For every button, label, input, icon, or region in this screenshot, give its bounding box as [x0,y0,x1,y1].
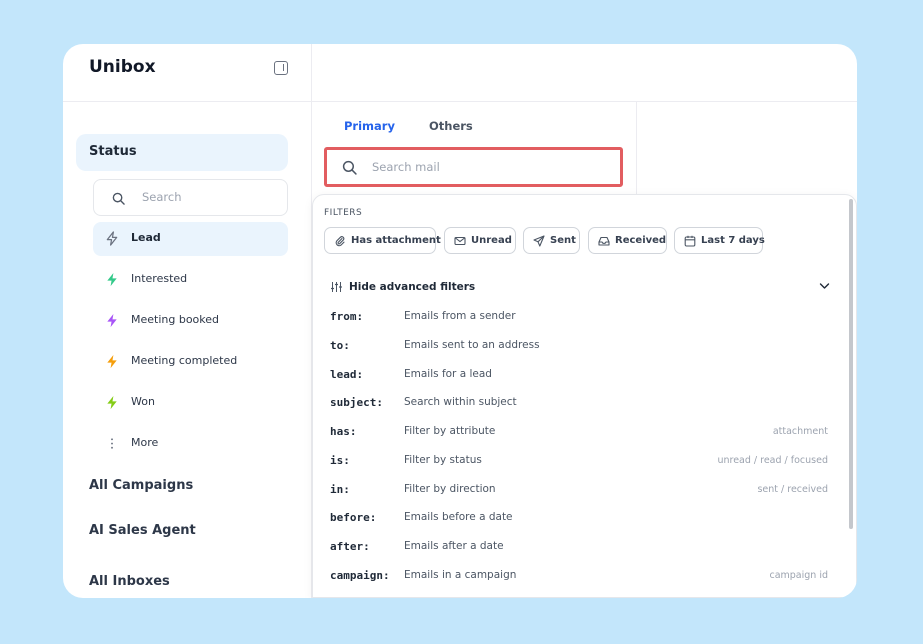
vertical-ellipsis-icon [105,436,119,451]
operator-row-in[interactable]: in: Filter by direction sent / received [330,481,828,501]
chip-label: Has attachment [351,235,441,246]
status-item-won[interactable]: Won [93,386,288,420]
search-icon [112,192,125,205]
operator-row-from[interactable]: from: Emails from a sender [330,308,828,328]
lightning-icon [105,354,119,369]
operator-hint: sent / received [757,484,828,495]
chip-unread[interactable]: Unread [444,227,516,254]
status-item-label: Meeting booked [131,313,220,326]
operator-description: Filter by status [404,454,482,466]
operator-row-after[interactable]: after: Emails after a date [330,538,828,558]
operator-key: is: [330,454,350,467]
chip-label: Unread [471,235,512,246]
operator-key: subject: [330,396,383,409]
envelope-icon [454,235,466,247]
operator-description: Emails from a sender [404,310,516,322]
status-item-label: More [131,436,159,449]
status-item-label: Meeting completed [131,354,238,367]
chevron-down-icon [819,282,830,290]
sidebar: Unibox Status Search Lead Interested Mee… [63,44,312,598]
status-item-interested[interactable]: Interested [93,263,288,297]
unibox-window: Unibox Status Search Lead Interested Mee… [63,44,857,598]
lightning-icon [105,313,119,328]
sidebar-header: Unibox [63,44,312,102]
main-header [312,44,857,102]
app-title: Unibox [89,57,156,77]
status-item-meeting-booked[interactable]: Meeting booked [93,304,288,338]
filters-heading: FILTERS [324,208,363,218]
operator-key: campaign: [330,569,390,582]
chip-sent[interactable]: Sent [523,227,580,254]
lightning-icon [105,231,119,246]
inbox-tray-icon [598,235,610,247]
operator-hint: attachment [772,426,828,437]
operator-row-has[interactable]: has: Filter by attribute attachment [330,423,828,443]
nav-all-inboxes[interactable]: All Inboxes [89,574,170,589]
operator-description: Emails before a date [404,511,513,523]
operator-key: to: [330,339,350,352]
nav-all-campaigns[interactable]: All Campaigns [89,478,193,493]
filters-dropdown: FILTERS Has attachment Unread Sent Recei… [312,194,857,598]
nav-ai-sales-agent[interactable]: AI Sales Agent [89,523,196,538]
operator-key: after: [330,540,370,553]
lightning-icon [105,272,119,287]
operator-row-is[interactable]: is: Filter by status unread / read / foc… [330,452,828,472]
operator-key: has: [330,425,357,438]
paperclip-icon [334,235,346,247]
operator-hint: campaign id [769,570,828,581]
advanced-filters-toggle[interactable]: Hide advanced filters [330,279,830,297]
status-item-label: Won [131,395,155,408]
operator-key: in: [330,483,350,496]
chip-label: Sent [550,235,576,246]
search-icon [342,160,357,175]
status-item-lead[interactable]: Lead [93,222,288,256]
status-item-label: Lead [131,231,161,244]
status-item-meeting-completed[interactable]: Meeting completed [93,345,288,379]
status-search-input[interactable]: Search [93,179,288,216]
operator-row-lead[interactable]: lead: Emails for a lead [330,366,828,386]
advanced-filters-label: Hide advanced filters [349,281,476,293]
chip-received[interactable]: Received [588,227,667,254]
operator-description: Emails sent to an address [404,339,540,351]
operator-hint: unread / read / focused [717,455,828,466]
operator-row-to[interactable]: to: Emails sent to an address [330,337,828,357]
operator-row-subject[interactable]: subject: Search within subject [330,394,828,414]
send-icon [533,235,545,247]
chip-last-7-days[interactable]: Last 7 days [674,227,765,254]
operator-key: lead: [330,368,364,381]
operator-description: Filter by direction [404,483,496,495]
operator-row-campaign[interactable]: campaign: Emails in a campaign campaign … [330,567,828,587]
sliders-icon [330,281,343,293]
status-section-header[interactable]: Status [76,134,288,171]
status-item-more[interactable]: More [93,427,288,461]
status-search-placeholder: Search [142,190,182,204]
operator-row-before[interactable]: before: Emails before a date [330,509,828,529]
search-mail-box[interactable] [324,147,623,187]
chip-label: Received [615,235,667,246]
operator-key: before: [330,511,377,524]
chip-label: Last 7 days [701,235,765,246]
status-label: Status [89,144,137,159]
tab-others[interactable]: Others [429,119,473,133]
operator-description: Emails for a lead [404,368,492,380]
operator-key: from: [330,310,364,323]
lightning-icon [105,395,119,410]
dropdown-scrollbar[interactable] [849,199,853,529]
operator-description: Emails in a campaign [404,569,517,581]
operator-description: Emails after a date [404,540,504,552]
operator-description: Search within subject [404,396,517,408]
sidebar-collapse-icon[interactable] [274,61,288,75]
search-mail-input[interactable] [372,160,612,174]
calendar-icon [684,235,696,247]
chip-has-attachment[interactable]: Has attachment [324,227,441,254]
operator-description: Filter by attribute [404,425,496,437]
status-item-label: Interested [131,272,188,285]
tab-primary[interactable]: Primary [344,119,395,133]
